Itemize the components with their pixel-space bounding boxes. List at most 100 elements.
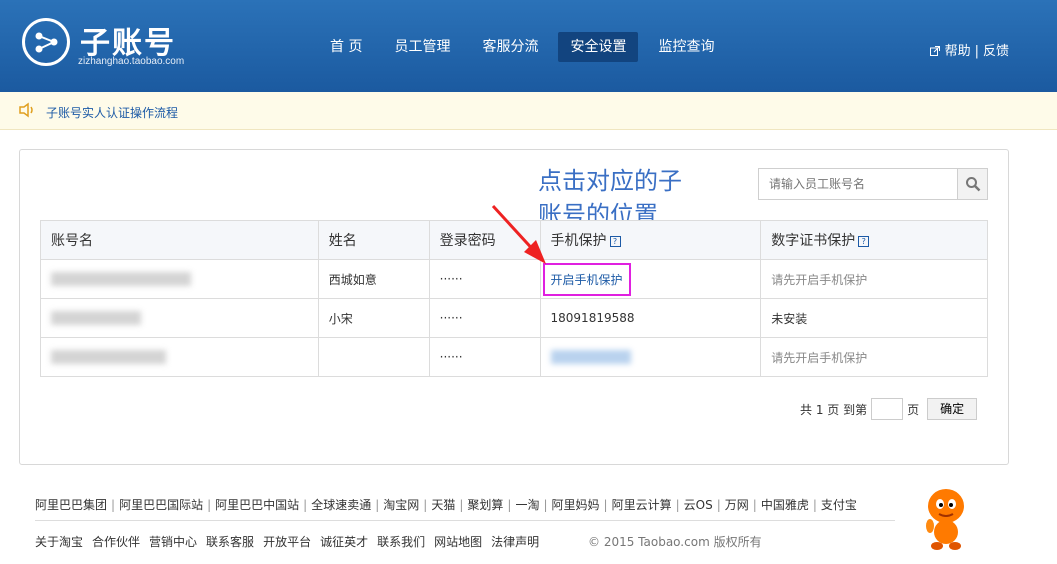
external-link-icon xyxy=(930,46,941,56)
header-password: 登录密码 xyxy=(428,220,541,260)
footer-link[interactable]: 网站地图 xyxy=(434,535,482,549)
footer-separator: | xyxy=(603,498,608,512)
help-area: 帮助 | 反馈 xyxy=(930,40,1009,59)
footer-link[interactable]: 全球速卖通 xyxy=(311,498,371,512)
footer-link[interactable]: 淘宝网 xyxy=(383,498,419,512)
footer-link[interactable]: 一淘 xyxy=(515,498,539,512)
page-number-input[interactable] xyxy=(871,398,904,420)
name-cell xyxy=(317,337,430,377)
footer-link[interactable]: 支付宝 xyxy=(821,498,857,512)
footer-separator: | xyxy=(303,498,308,512)
header-phone-label: 手机保护 xyxy=(550,233,607,249)
footer-divider xyxy=(35,520,895,521)
feedback-link[interactable]: 反馈 xyxy=(983,44,1009,59)
header-cert-label: 数字证书保护 xyxy=(771,233,856,249)
footer-link[interactable]: 阿里云计算 xyxy=(612,498,672,512)
footer-link[interactable]: 阿里巴巴中国站 xyxy=(215,498,299,512)
pagination: 共 1 页 到第 页 确定 xyxy=(800,398,978,420)
redacted-account xyxy=(51,311,141,326)
footer-separator: | xyxy=(543,498,548,512)
copyright: © 2015 Taobao.com 版权所有 xyxy=(588,535,762,549)
footer-links-secondary: 关于淘宝 合作伙伴 营销中心 联系客服 开放平台 诚征英才 联系我们 网站地图 法律声明 xyxy=(35,533,548,550)
help-separator: | xyxy=(974,44,979,59)
footer-link[interactable]: 开放平台 xyxy=(263,535,311,549)
notice-bar: 子账号实人认证操作流程 xyxy=(0,92,1057,130)
footer-separator: | xyxy=(111,498,116,512)
redacted-phone xyxy=(550,350,631,365)
account-cell xyxy=(40,298,319,338)
account-cell xyxy=(40,337,319,377)
nav-home[interactable]: 首 页 xyxy=(318,32,374,62)
search-button[interactable] xyxy=(957,169,987,199)
password-cell: ······ xyxy=(428,259,541,299)
account-cell xyxy=(40,259,319,299)
enable-phone-protect-link[interactable]: 开启手机保护 xyxy=(551,273,623,287)
top-header: 子账号 zizhanghao.taobao.com 首 页 员工管理 客服分流 … xyxy=(0,0,1057,92)
phone-cell: 开启手机保护 xyxy=(539,259,762,299)
annotation-line-1: 点击对应的子 xyxy=(538,167,682,195)
footer-link[interactable]: 阿里巴巴国际站 xyxy=(119,498,203,512)
nav-staff[interactable]: 员工管理 xyxy=(382,32,462,62)
footer-separator: | xyxy=(375,498,380,512)
footer-link[interactable]: 联系客服 xyxy=(206,535,254,549)
footer-separator: | xyxy=(716,498,721,512)
redacted-account xyxy=(51,272,191,287)
footer-link[interactable]: 合作伙伴 xyxy=(92,535,140,549)
phone-cell xyxy=(539,337,762,377)
header-phone: 手机保护? xyxy=(539,220,762,260)
nav-security[interactable]: 安全设置 xyxy=(558,32,639,62)
speaker-icon xyxy=(19,102,33,118)
nav-monitor[interactable]: 监控查询 xyxy=(646,32,726,62)
pager-suffix: 页 xyxy=(907,402,920,417)
footer-link[interactable]: 天猫 xyxy=(431,498,455,512)
redacted-account xyxy=(51,350,166,365)
footer-separator: | xyxy=(207,498,212,512)
footer-link[interactable]: 阿里巴巴集团 xyxy=(35,498,107,512)
help-icon[interactable]: ? xyxy=(858,235,870,247)
table-header-row: 账号名 姓名 登录密码 手机保护? 数字证书保护? xyxy=(40,220,988,260)
phone-cell: 18091819588 xyxy=(539,298,762,338)
cert-cell: 请先开启手机保护 xyxy=(760,337,988,377)
table-row: ······ 请先开启手机保护 xyxy=(40,337,988,377)
nav-service[interactable]: 客服分流 xyxy=(470,32,550,62)
footer-separator: | xyxy=(423,498,428,512)
footer-links: 阿里巴巴集团 | 阿里巴巴国际站 | 阿里巴巴中国站 | 全球速卖通 | 淘宝网 | 天猫 | 聚划算 |… xyxy=(35,496,857,513)
footer-link[interactable]: 中国雅虎 xyxy=(761,498,809,512)
footer-link[interactable]: 聚划算 xyxy=(467,498,503,512)
footer-link[interactable]: 阿里妈妈 xyxy=(552,498,600,512)
brand-url: zizhanghao.taobao.com xyxy=(78,56,185,67)
footer-link[interactable]: 联系我们 xyxy=(377,535,425,549)
help-link[interactable]: 帮助 xyxy=(945,44,971,59)
footer-separator: | xyxy=(812,498,817,512)
cert-cell: 未安装 xyxy=(760,298,988,338)
footer-link[interactable]: 营销中心 xyxy=(149,535,197,549)
footer-separator: | xyxy=(459,498,464,512)
password-cell: ······ xyxy=(428,337,541,377)
logo-icon[interactable] xyxy=(22,18,70,66)
search-input[interactable] xyxy=(759,169,959,199)
footer-link[interactable]: 法律声明 xyxy=(491,535,539,549)
search-icon xyxy=(966,177,981,192)
footer-link[interactable]: 关于淘宝 xyxy=(35,535,83,549)
pager-prefix: 共 1 页 到第 xyxy=(800,402,868,417)
main-nav: 首 页 员工管理 客服分流 安全设置 监控查询 xyxy=(318,32,734,62)
header-name: 姓名 xyxy=(317,220,430,260)
notice-link[interactable]: 子账号实人认证操作流程 xyxy=(46,104,178,121)
header-cert: 数字证书保护? xyxy=(760,220,988,260)
cert-cell: 请先开启手机保护 xyxy=(760,259,988,299)
footer-link[interactable]: 万网 xyxy=(725,498,749,512)
footer-link[interactable]: 诚征英才 xyxy=(320,535,368,549)
table-row: 西城如意 ······ 开启手机保护 请先开启手机保护 xyxy=(40,259,988,299)
account-table: 账号名 姓名 登录密码 手机保护? 数字证书保护? 西城如意 ······ 开启… xyxy=(40,220,988,377)
password-cell: ······ xyxy=(428,298,541,338)
name-cell: 小宋 xyxy=(317,298,430,338)
help-icon[interactable]: ? xyxy=(609,235,621,247)
confirm-button[interactable]: 确定 xyxy=(927,398,978,420)
mascot-icon xyxy=(926,489,964,550)
search-box xyxy=(758,168,988,200)
highlight-box: 开启手机保护 xyxy=(542,262,631,296)
footer-link[interactable]: 云OS xyxy=(684,498,713,512)
footer-separator: | xyxy=(752,498,757,512)
footer-separator: | xyxy=(675,498,680,512)
header-account: 账号名 xyxy=(40,220,319,260)
